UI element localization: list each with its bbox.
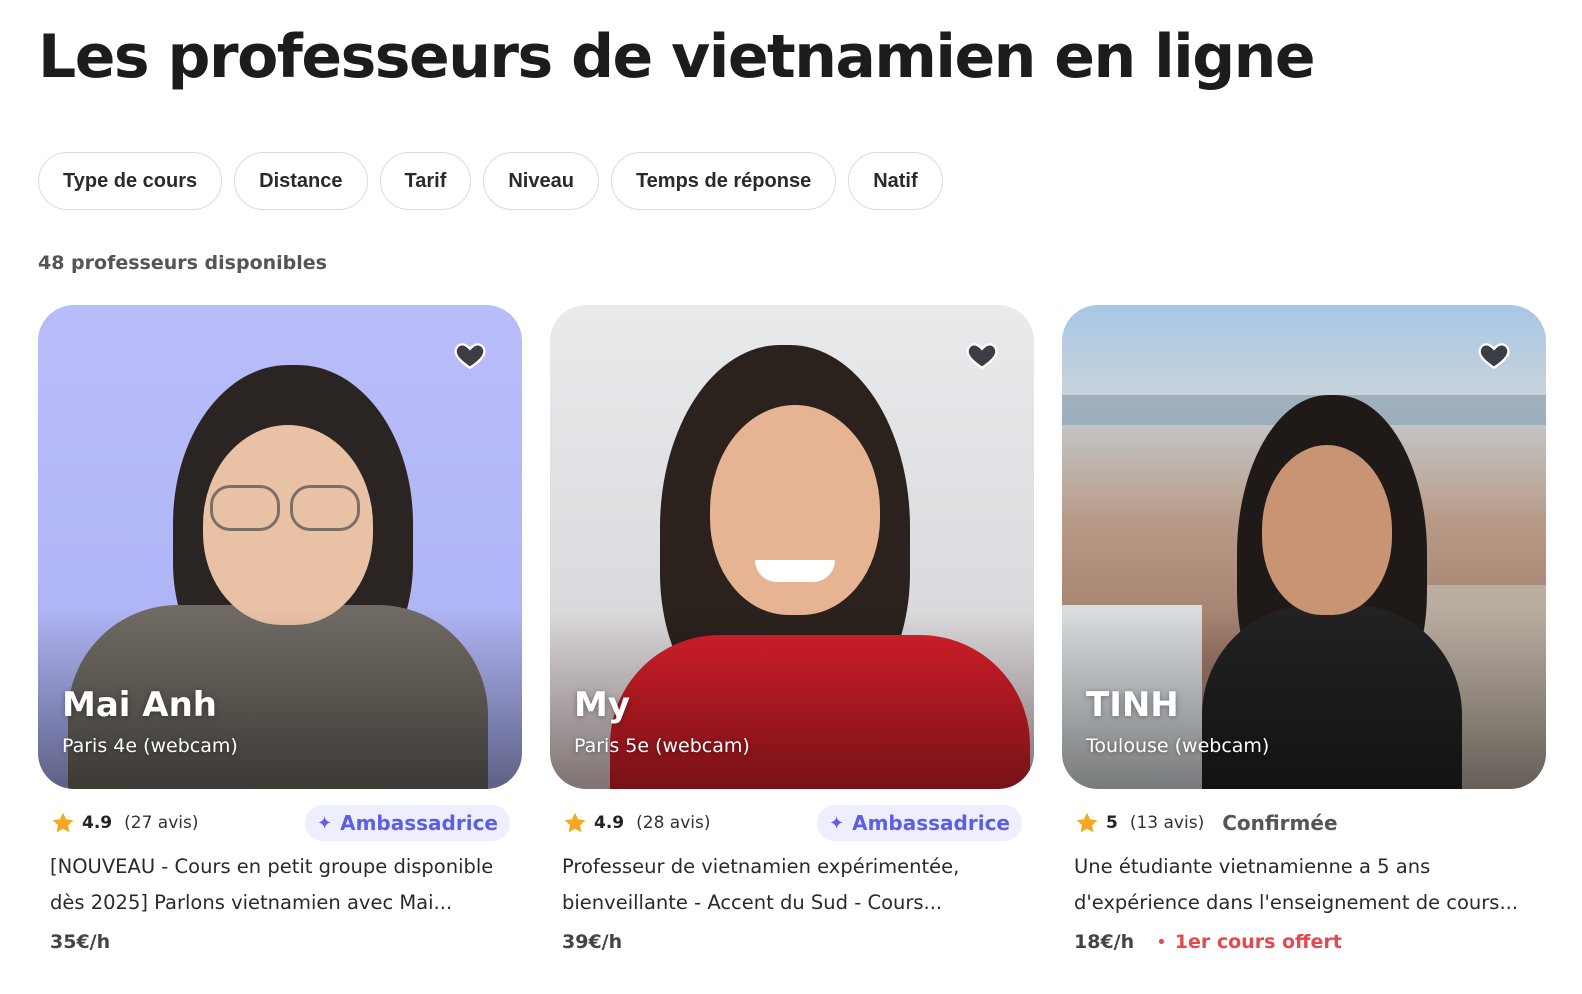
price-line: 35€/h: [38, 925, 522, 959]
teacher-photo[interactable]: Mai Anh Paris 4e (webcam): [38, 305, 522, 789]
filter-distance[interactable]: Distance: [234, 152, 368, 210]
teacher-list: Mai Anh Paris 4e (webcam) 4.9 (27 avis) …: [38, 305, 1546, 959]
teacher-price: 39€/h: [562, 931, 623, 953]
review-count: (13 avis): [1129, 813, 1205, 833]
teacher-location: Paris 5e (webcam): [574, 735, 750, 757]
page: Les professeurs de vietnamien en ligne T…: [0, 0, 1582, 994]
page-title: Les professeurs de vietnamien en ligne: [38, 22, 1316, 92]
teacher-card[interactable]: Mai Anh Paris 4e (webcam) 4.9 (27 avis) …: [38, 305, 522, 959]
sparkle-icon: ✦: [317, 812, 333, 834]
badge-label: Ambassadrice: [340, 811, 498, 835]
rating-value: 5: [1106, 813, 1118, 833]
star-icon: [1076, 812, 1098, 833]
description-line: Une étudiante vietnamienne a 5 ans: [1074, 855, 1431, 878]
teacher-photo[interactable]: TINH Toulouse (webcam): [1062, 305, 1546, 789]
teacher-location: Paris 4e (webcam): [62, 735, 238, 757]
heart-icon: [454, 343, 486, 370]
ambassador-badge: ✦ Ambassadrice: [817, 805, 1022, 841]
heart-icon: [1478, 343, 1510, 370]
teacher-card[interactable]: TINH Toulouse (webcam) 5 (13 avis) Confi…: [1062, 305, 1546, 959]
separator-dot: •: [1156, 931, 1167, 953]
description-line: d'expérience dans l'enseignement de cour…: [1074, 891, 1519, 914]
teacher-name: Mai Anh: [62, 685, 217, 725]
review-count: (27 avis): [124, 813, 199, 833]
teacher-description[interactable]: Une étudiante vietnamienne a 5 ans d'exp…: [1062, 849, 1546, 921]
description-line: [NOUVEAU - Cours en petit groupe disponi…: [50, 855, 494, 878]
star-icon: [52, 812, 74, 833]
filter-type-de-cours[interactable]: Type de cours: [38, 152, 223, 210]
teacher-meta: 4.9 (27 avis) ✦ Ambassadrice: [38, 801, 522, 845]
first-lesson-offer: 1er cours offert: [1174, 931, 1342, 953]
favorite-button[interactable]: [452, 337, 488, 373]
teacher-meta: 4.9 (28 avis) ✦ Ambassadrice: [550, 801, 1034, 845]
teacher-name: TINH: [1086, 685, 1179, 725]
star-icon: [564, 812, 586, 833]
filter-natif[interactable]: Natif: [848, 152, 943, 210]
review-count: (28 avis): [636, 813, 711, 833]
teacher-price: 18€/h: [1074, 931, 1135, 953]
rating-value: 4.9: [82, 813, 113, 833]
teacher-card[interactable]: My Paris 5e (webcam) 4.9 (28 avis) ✦ Amb…: [550, 305, 1034, 959]
teacher-meta: 5 (13 avis) Confirmée: [1062, 801, 1546, 845]
description-line: dès 2025] Parlons vietnamien avec Mai...: [50, 891, 453, 914]
badge-label: Ambassadrice: [852, 811, 1010, 835]
filter-niveau[interactable]: Niveau: [483, 152, 599, 210]
heart-icon: [966, 343, 998, 370]
rating-value: 4.9: [594, 813, 625, 833]
price-line: 18€/h • 1er cours offert: [1062, 925, 1546, 959]
level-label: Confirmée: [1222, 811, 1338, 835]
filter-tarif[interactable]: Tarif: [379, 152, 472, 210]
sparkle-icon: ✦: [829, 812, 845, 834]
teacher-price: 35€/h: [50, 931, 111, 953]
teacher-description[interactable]: Professeur de vietnamien expérimentée, b…: [550, 849, 1034, 921]
teacher-description[interactable]: [NOUVEAU - Cours en petit groupe disponi…: [38, 849, 522, 921]
description-line: Professeur de vietnamien expérimentée,: [562, 855, 960, 878]
results-count: 48 professeurs disponibles: [38, 252, 327, 274]
price-line: 39€/h: [550, 925, 1034, 959]
favorite-button[interactable]: [964, 337, 1000, 373]
filter-bar: Type de cours Distance Tarif Niveau Temp…: [38, 152, 943, 210]
ambassador-badge: ✦ Ambassadrice: [305, 805, 510, 841]
favorite-button[interactable]: [1476, 337, 1512, 373]
teacher-name: My: [574, 685, 630, 725]
teacher-location: Toulouse (webcam): [1086, 735, 1270, 757]
filter-temps-de-reponse[interactable]: Temps de réponse: [610, 152, 837, 210]
teacher-photo[interactable]: My Paris 5e (webcam): [550, 305, 1034, 789]
description-line: bienveillante - Accent du Sud - Cours...: [562, 891, 943, 914]
